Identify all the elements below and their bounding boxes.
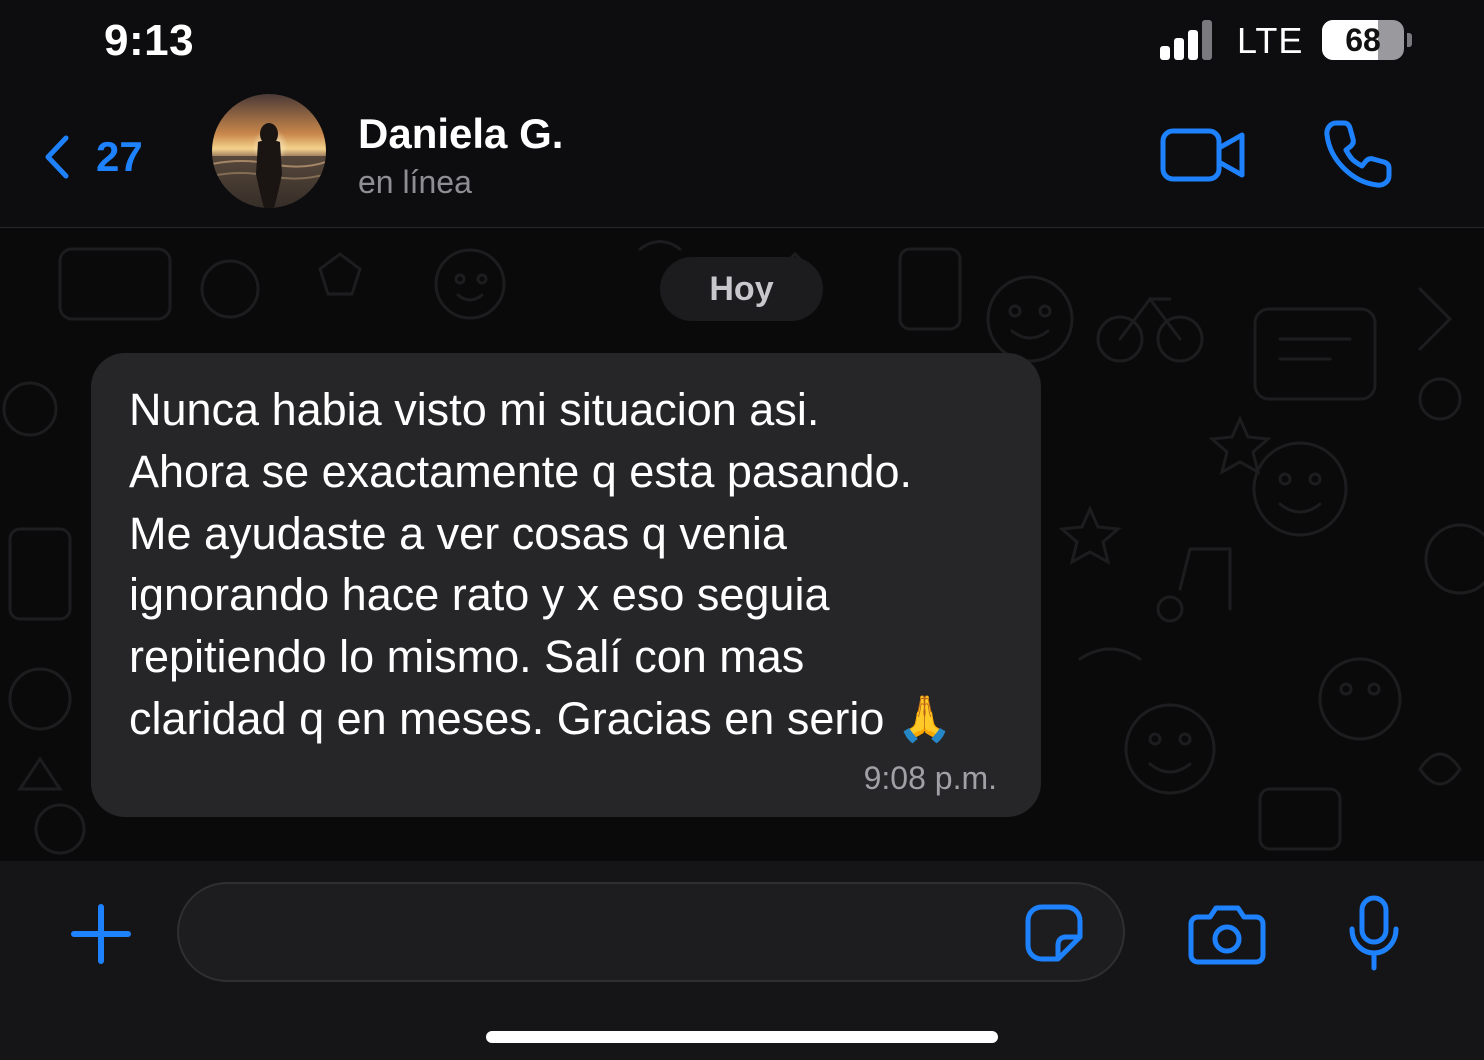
incoming-message-bubble[interactable]: Nunca habia visto mi situacion asi. Ahor… — [91, 353, 1041, 817]
chat-header: 27 Daniela G. en línea — [0, 86, 1484, 228]
camera-icon[interactable] — [1188, 903, 1266, 965]
chat-area[interactable]: Hoy Nunca habia visto mi situacion asi. … — [0, 229, 1484, 861]
message-line: Nunca habia visto mi situacion asi. — [129, 384, 820, 435]
battery-icon: 68 — [1322, 20, 1404, 60]
signal-strength-icon — [1160, 20, 1220, 60]
network-type: LTE — [1237, 20, 1304, 61]
contact-name[interactable]: Daniela G. — [358, 110, 563, 158]
message-line: Ahora se exactamente q esta pasando. — [129, 445, 913, 497]
video-camera-icon[interactable] — [1160, 126, 1246, 184]
message-line: repitiendo lo mismo. Salí con mas — [129, 631, 805, 683]
message-line: ignorando hace rato y x eso seguia — [129, 569, 830, 621]
avatar[interactable] — [212, 94, 326, 208]
status-bar: 9:13 LTE 68 — [0, 0, 1484, 86]
message-line: claridad q en meses. Gracias en serio 🙏 — [129, 692, 953, 744]
battery-nub — [1407, 33, 1412, 47]
message-line: Me ayudaste a ver cosas q venia — [129, 507, 787, 559]
status-time: 9:13 — [104, 16, 195, 65]
microphone-icon[interactable] — [1346, 895, 1402, 971]
sticker-icon[interactable] — [1024, 903, 1084, 963]
chevron-left-icon — [45, 135, 69, 179]
unread-count: 27 — [96, 133, 143, 180]
contact-status: en línea — [358, 164, 472, 200]
date-separator: Hoy — [660, 257, 823, 321]
home-indicator[interactable] — [486, 1031, 998, 1043]
chat-screen: 9:13 LTE 68 27 Daniela G. en línea Hoy N… — [0, 0, 1484, 1060]
back-button[interactable]: 27 — [40, 132, 143, 182]
battery-percentage: 68 — [1345, 22, 1381, 58]
plus-icon[interactable] — [70, 903, 132, 965]
message-input[interactable] — [177, 882, 1125, 982]
message-input-bar — [0, 861, 1484, 1060]
message-timestamp: 9:08 p.m. — [863, 760, 997, 796]
avatar-image — [212, 94, 326, 208]
phone-icon[interactable] — [1322, 118, 1394, 190]
message-text: Nunca habia visto mi situacion asi. Ahor… — [129, 379, 1009, 750]
